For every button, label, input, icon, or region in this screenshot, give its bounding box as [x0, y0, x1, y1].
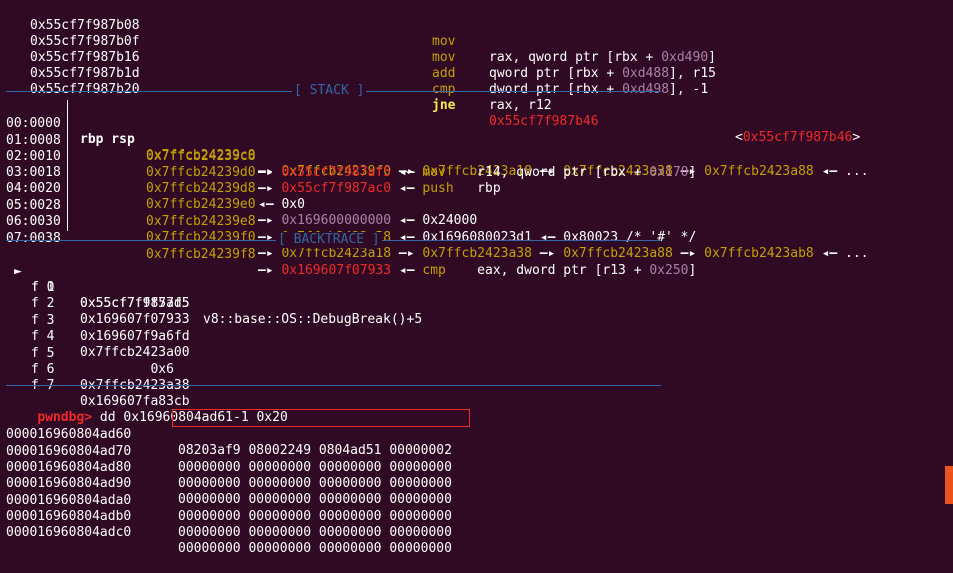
stack-chain: —▸ 0x169600000000 ◂— 0x24000	[258, 213, 478, 228]
frame-address: 0x7ffcb2423a38	[80, 378, 190, 393]
jump-target-label: <0x55cf7f987b46>	[735, 130, 861, 145]
frame-address: 0x169607f9a6fd	[80, 329, 190, 344]
terminal-window[interactable]: 0x55cf7f987b08 mov rax, qword ptr [rbx +…	[0, 0, 953, 556]
disasm-address: 0x55cf7f987b0f	[30, 34, 140, 49]
backtrace-header: [ BACKTRACE ]	[276, 232, 382, 248]
backtrace-frame: f 6 0x7ffcb2423a38	[0, 346, 190, 393]
frame-number: f 3	[31, 313, 55, 328]
scrollbar-thumb[interactable]	[945, 466, 953, 504]
disasm-address: 0x55cf7f987b20	[30, 82, 140, 97]
disasm-operands: dword ptr [rbx + 0xd498], -1	[489, 82, 709, 97]
command-line[interactable]: pwndbg> dd 0x16960804ad61-1 0x20	[6, 394, 287, 425]
frame-address: 0x169607f07933	[80, 312, 190, 327]
frame-number: f 1	[31, 280, 55, 295]
dump-row: 000016960804adb0 00000000 00000000 00000…	[0, 493, 452, 540]
disasm-address: 0x55cf7f987b1d	[30, 66, 140, 81]
stack-row: 03:0018 0x7ffcb24239d8 ◂— 0x0	[0, 149, 305, 212]
disasm-mnemonic: cmp	[432, 82, 456, 97]
dump-address: 000016960804adc0	[6, 525, 132, 540]
backtrace-frame: f 3 0x169607f9a6fd	[0, 297, 190, 344]
frame-address: 0x55cf7f987af5	[80, 296, 190, 311]
dump-words: 00000000 00000000 00000000 00000000	[178, 525, 452, 540]
stack-row: 06:0030 0x7ffcb24239f0 —▸ 0x7ffcb2423a18…	[0, 198, 869, 261]
frame-number: f 5	[31, 346, 55, 361]
stack-registers: rbp rsp	[80, 132, 135, 147]
stack-address: 0x7ffcb24239f0	[146, 230, 256, 245]
jump-target: 0x55cf7f987b46	[489, 114, 599, 129]
stack-address: 0x7ffcb24239e8	[146, 214, 256, 229]
dump-row: 000016960804ad70 00000000 00000000 00000…	[0, 428, 452, 475]
frame-number: f 2	[31, 296, 55, 311]
backtrace-frame: f 2 0x169607f07933	[0, 280, 190, 327]
disasm-operands: qword ptr [rbx + 0xd488], r15	[489, 66, 716, 81]
stack-chain: —▸ 0x55cf7f987ac0 ◂— push rbp	[258, 181, 501, 196]
dump-words: 00000000 00000000 00000000 00000000	[178, 476, 452, 491]
stack-row: 07:0038 0x7ffcb24239f8 —▸ 0x169607f07933…	[0, 215, 696, 278]
frame-number: f 4	[31, 329, 55, 344]
pwndbg-prompt: pwndbg>	[37, 410, 93, 425]
disasm-line: 0x55cf7f987b16 add dword ptr [rbx + 0xd4…	[0, 34, 708, 97]
stack-chain: —▸ 0x55cf7f987af5 ◂— mov r14, qword ptr …	[258, 165, 697, 180]
dump-row: 000016960804ad90 00000000 00000000 00000…	[0, 460, 452, 507]
disasm-line: 0x55cf7f987b08 mov rax, qword ptr [rbx +…	[0, 2, 716, 65]
stack-address: 0x7ffcb24239e0	[146, 197, 256, 212]
disasm-line: 0x55cf7f987b20 jne 0x55cf7f987b46 <0x55c…	[0, 66, 860, 145]
stack-address: 0x7ffcb24239f8	[146, 247, 256, 262]
backtrace-frame: f 1 0x55cf7f987af5	[0, 264, 190, 311]
backtrace-frame: f 4 0x7ffcb2423a00	[0, 313, 190, 360]
stack-index-divider	[67, 100, 68, 231]
backtrace-frame: f 7 0x169607fa83cb	[0, 362, 190, 409]
frame-address: 0x7ffcb2423a00	[80, 345, 190, 360]
stack-row: 05:0028 0x7ffcb24239e8 —▸ 0x7ffcb2423a58…	[0, 182, 696, 245]
disasm-mnemonic: mov	[432, 34, 456, 49]
disasm-address: 0x55cf7f987b16	[30, 50, 140, 65]
stack-row: 00:0000 rbp rsp 0x7ffcb24239c0 —▸ 0x7ffc…	[0, 100, 869, 179]
disasm-operands: rax, qword ptr [rbx + 0xd490]	[489, 50, 716, 65]
frame-address: 0x6	[80, 362, 174, 377]
disasm-operands: rax, r12	[489, 98, 552, 113]
dump-words: 00000000 00000000 00000000 00000000	[178, 460, 452, 475]
disasm-mnemonic: jne	[432, 98, 456, 113]
dump-words: 00000000 00000000 00000000 00000000	[178, 541, 452, 556]
frame-number: f 6	[31, 362, 55, 377]
disasm-address: 0x55cf7f987b08	[30, 18, 140, 33]
context-end-separator	[6, 385, 661, 386]
disasm-mnemonic: add	[432, 66, 456, 81]
stack-address: 0x7ffcb24239d0	[146, 165, 256, 180]
stack-header: [ STACK ]	[292, 83, 367, 99]
highlight-box	[172, 409, 470, 427]
dump-row: 000016960804ad80 00000000 00000000 00000…	[0, 444, 452, 491]
dump-words: 00000000 00000000 00000000 00000000	[178, 492, 452, 507]
disasm-mnemonic: mov	[432, 50, 456, 65]
stack-chain: ◂— 0x0	[258, 197, 305, 212]
stack-address: 0x7ffcb24239d8	[146, 181, 256, 196]
frame-number: f 7	[31, 378, 55, 393]
stack-row: 04:0020 0x7ffcb24239e0 —▸ 0x169600000000…	[0, 165, 477, 228]
stack-row: 01:0008 0x7ffcb24239c8 —▸ 0x55cf7f987af5…	[0, 117, 696, 180]
stack-address: 0x7ffcb24239c8	[146, 149, 256, 164]
dump-row: 000016960804ad60 08203af9 08002249 0804a…	[0, 411, 452, 458]
stack-index: 07:0038	[6, 231, 61, 246]
stack-chain: —▸ 0x7ffcb2423a18 —▸ 0x7ffcb2423a38 —▸ 0…	[258, 246, 869, 261]
dump-row: 000016960804adc0 00000000 00000000 00000…	[0, 509, 452, 556]
disasm-line: 0x55cf7f987b0f mov qword ptr [rbx + 0xd4…	[0, 18, 716, 81]
stack-chain: —▸ 0x169607f07933 ◂— cmp eax, dword ptr …	[258, 263, 697, 278]
dump-words: 08203af9 08002249 0804ad51 00000002	[178, 443, 452, 458]
frame-symbol: v8::base::OS::DebugBreak()+5	[203, 312, 423, 327]
dump-row: 000016960804ada0 00000000 00000000 00000…	[0, 477, 452, 524]
disasm-line: 0x55cf7f987b1d cmp rax, r12	[0, 50, 552, 113]
dump-words: 00000000 00000000 00000000 00000000	[178, 509, 452, 524]
backtrace-frame: ► f 0 0x55cf7fff57d5 v8::base::OS::Debug…	[0, 248, 422, 327]
stack-row: 02:0010 0x7ffcb24239d0 —▸ 0x55cf7f987ac0…	[0, 133, 501, 196]
backtrace-frame: f 5 0x6	[0, 330, 174, 377]
